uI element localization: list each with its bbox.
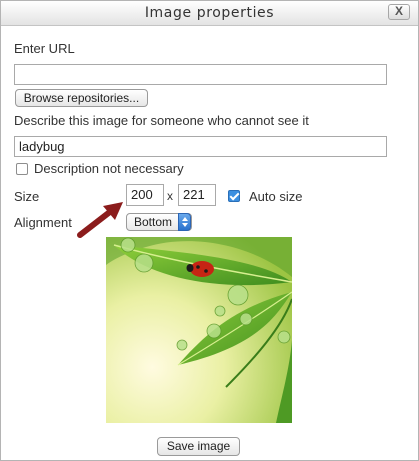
save-image-button[interactable]: Save image <box>157 437 240 456</box>
title-bar[interactable]: Image properties X <box>1 1 418 26</box>
auto-size-checkbox[interactable] <box>228 190 240 202</box>
enter-url-label: Enter URL <box>14 41 75 56</box>
image-preview <box>106 237 292 423</box>
close-icon: X <box>394 4 403 18</box>
size-label: Size <box>14 189 40 204</box>
description-not-necessary-checkbox[interactable] <box>16 163 28 175</box>
height-input[interactable]: 221 <box>178 184 216 206</box>
width-input[interactable]: 200 <box>126 184 164 206</box>
describe-image-label: Describe this image for someone who cann… <box>14 113 309 128</box>
alignment-select[interactable]: Bottom <box>126 213 192 231</box>
alignment-label: Alignment <box>14 215 72 230</box>
red-pointer-arrow-icon <box>77 202 123 238</box>
auto-size-label: Auto size <box>249 189 303 204</box>
dialog-title: Image properties <box>144 5 275 21</box>
image-properties-dialog: Image properties X Enter URL Browse repo… <box>0 0 419 461</box>
close-button[interactable]: X <box>388 4 410 20</box>
url-input[interactable] <box>14 64 387 85</box>
select-arrows-icon <box>178 213 191 231</box>
size-separator: x <box>167 189 173 203</box>
browse-repositories-button[interactable]: Browse repositories... <box>15 89 148 107</box>
alignment-selected-value: Bottom <box>134 215 173 229</box>
description-input[interactable]: ladybug <box>14 136 387 157</box>
description-not-necessary-label: Description not necessary <box>34 161 184 176</box>
